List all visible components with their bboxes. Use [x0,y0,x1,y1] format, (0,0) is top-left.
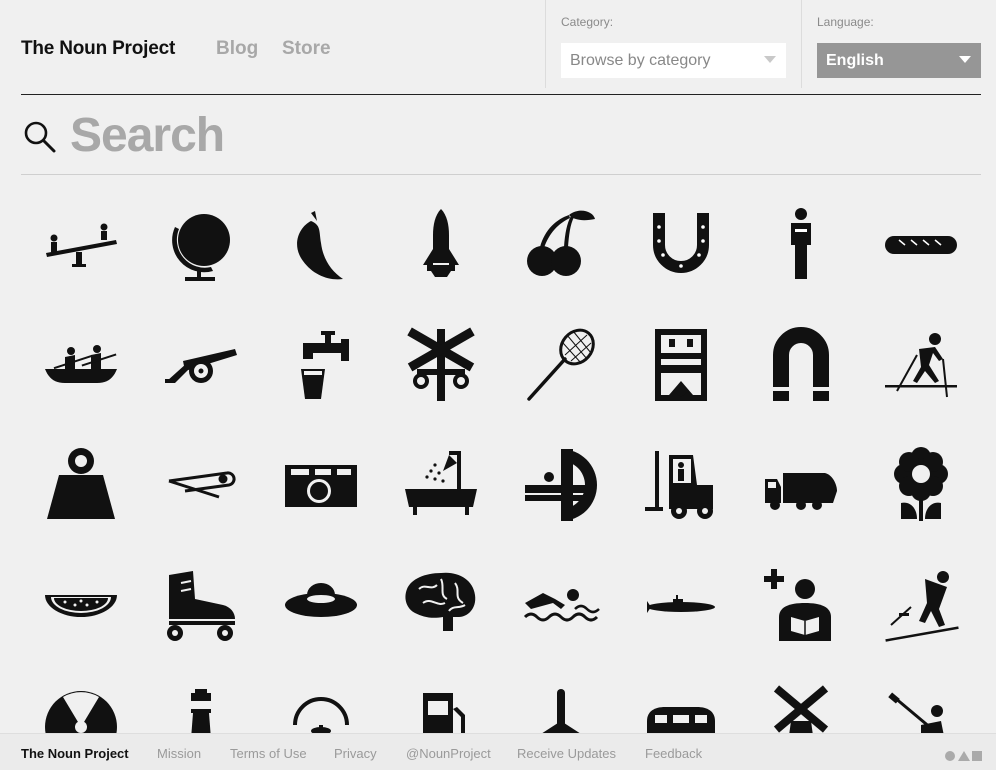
footer-privacy-link[interactable]: Privacy [334,746,377,761]
robot-icon[interactable] [641,325,721,405]
submarine-icon[interactable] [641,565,721,645]
forklift-icon[interactable] [641,445,721,525]
bathtub-shower-icon[interactable] [401,445,481,525]
seesaw-icon[interactable] [41,205,121,285]
nav-store-link[interactable]: Store [282,38,331,60]
canoe-icon[interactable] [41,325,121,405]
cannon-icon[interactable] [161,325,241,405]
header-rule [21,94,981,95]
category-select[interactable]: Browse by category [561,43,786,78]
header-divider [801,0,802,88]
language-select[interactable]: English [817,43,981,78]
footer: The Noun Project Mission Terms of Use Pr… [0,733,996,770]
footer-updates-link[interactable]: Receive Updates [517,746,616,761]
footer-feedback-link[interactable]: Feedback [645,746,702,761]
header-divider [545,0,546,88]
watermelon-icon[interactable] [41,565,121,645]
globe-icon[interactable] [161,205,241,285]
footer-twitter-link[interactable]: @NounProject [406,746,491,761]
baguette-icon[interactable] [881,205,961,285]
swimmer-icon[interactable] [521,565,601,645]
weight-icon[interactable] [41,445,121,525]
lighthouse-icon[interactable] [161,685,241,735]
header: The Noun Project Blog Store Category: Br… [0,0,996,95]
windmill-icon[interactable] [761,685,841,735]
badminton-racket-icon[interactable] [521,325,601,405]
search-input[interactable] [66,104,954,166]
chili-pepper-icon[interactable] [281,205,361,285]
railroad-crossing-icon[interactable] [401,325,481,405]
water-tap-icon[interactable] [281,325,361,405]
footer-brand-link[interactable]: The Noun Project [21,746,129,761]
site-logo[interactable]: The Noun Project [21,38,175,60]
category-label: Category: [561,15,614,29]
category-select-value: Browse by category [570,52,711,69]
cross-country-skier-icon[interactable] [881,325,961,405]
airplane-icon[interactable] [521,685,601,735]
nav-blog-link[interactable]: Blog [216,38,258,60]
mri-scanner-icon[interactable] [521,445,601,525]
person-icon[interactable] [761,205,841,285]
chevron-down-icon [959,56,971,63]
safety-pin-icon[interactable] [161,445,241,525]
trailer-icon[interactable] [641,685,721,735]
icon-grid [0,175,996,735]
search-icon[interactable] [23,120,57,154]
language-label: Language: [817,15,874,29]
cherries-icon[interactable] [521,205,601,285]
language-select-value: English [826,52,884,69]
fuel-pump-icon[interactable] [401,685,481,735]
camera-icon[interactable] [281,445,361,525]
chevron-down-icon [764,56,776,63]
horseshoe-icon[interactable] [641,205,721,285]
flower-icon[interactable] [881,445,961,525]
kayaker-icon[interactable] [881,685,961,735]
pharmacist-icon[interactable] [761,565,841,645]
footer-terms-link[interactable]: Terms of Use [230,746,307,761]
ski-jumper-icon[interactable] [881,565,961,645]
roller-skate-icon[interactable] [161,565,241,645]
footer-mission-link[interactable]: Mission [157,746,201,761]
brain-icon[interactable] [401,565,481,645]
ufo-icon[interactable] [281,565,361,645]
kettle-icon[interactable] [281,685,361,735]
space-shuttle-icon[interactable] [401,205,481,285]
magnet-icon[interactable] [761,325,841,405]
circle-triangle-square-icon [945,751,982,761]
radiation-icon[interactable] [41,685,121,735]
garbage-truck-icon[interactable] [761,445,841,525]
